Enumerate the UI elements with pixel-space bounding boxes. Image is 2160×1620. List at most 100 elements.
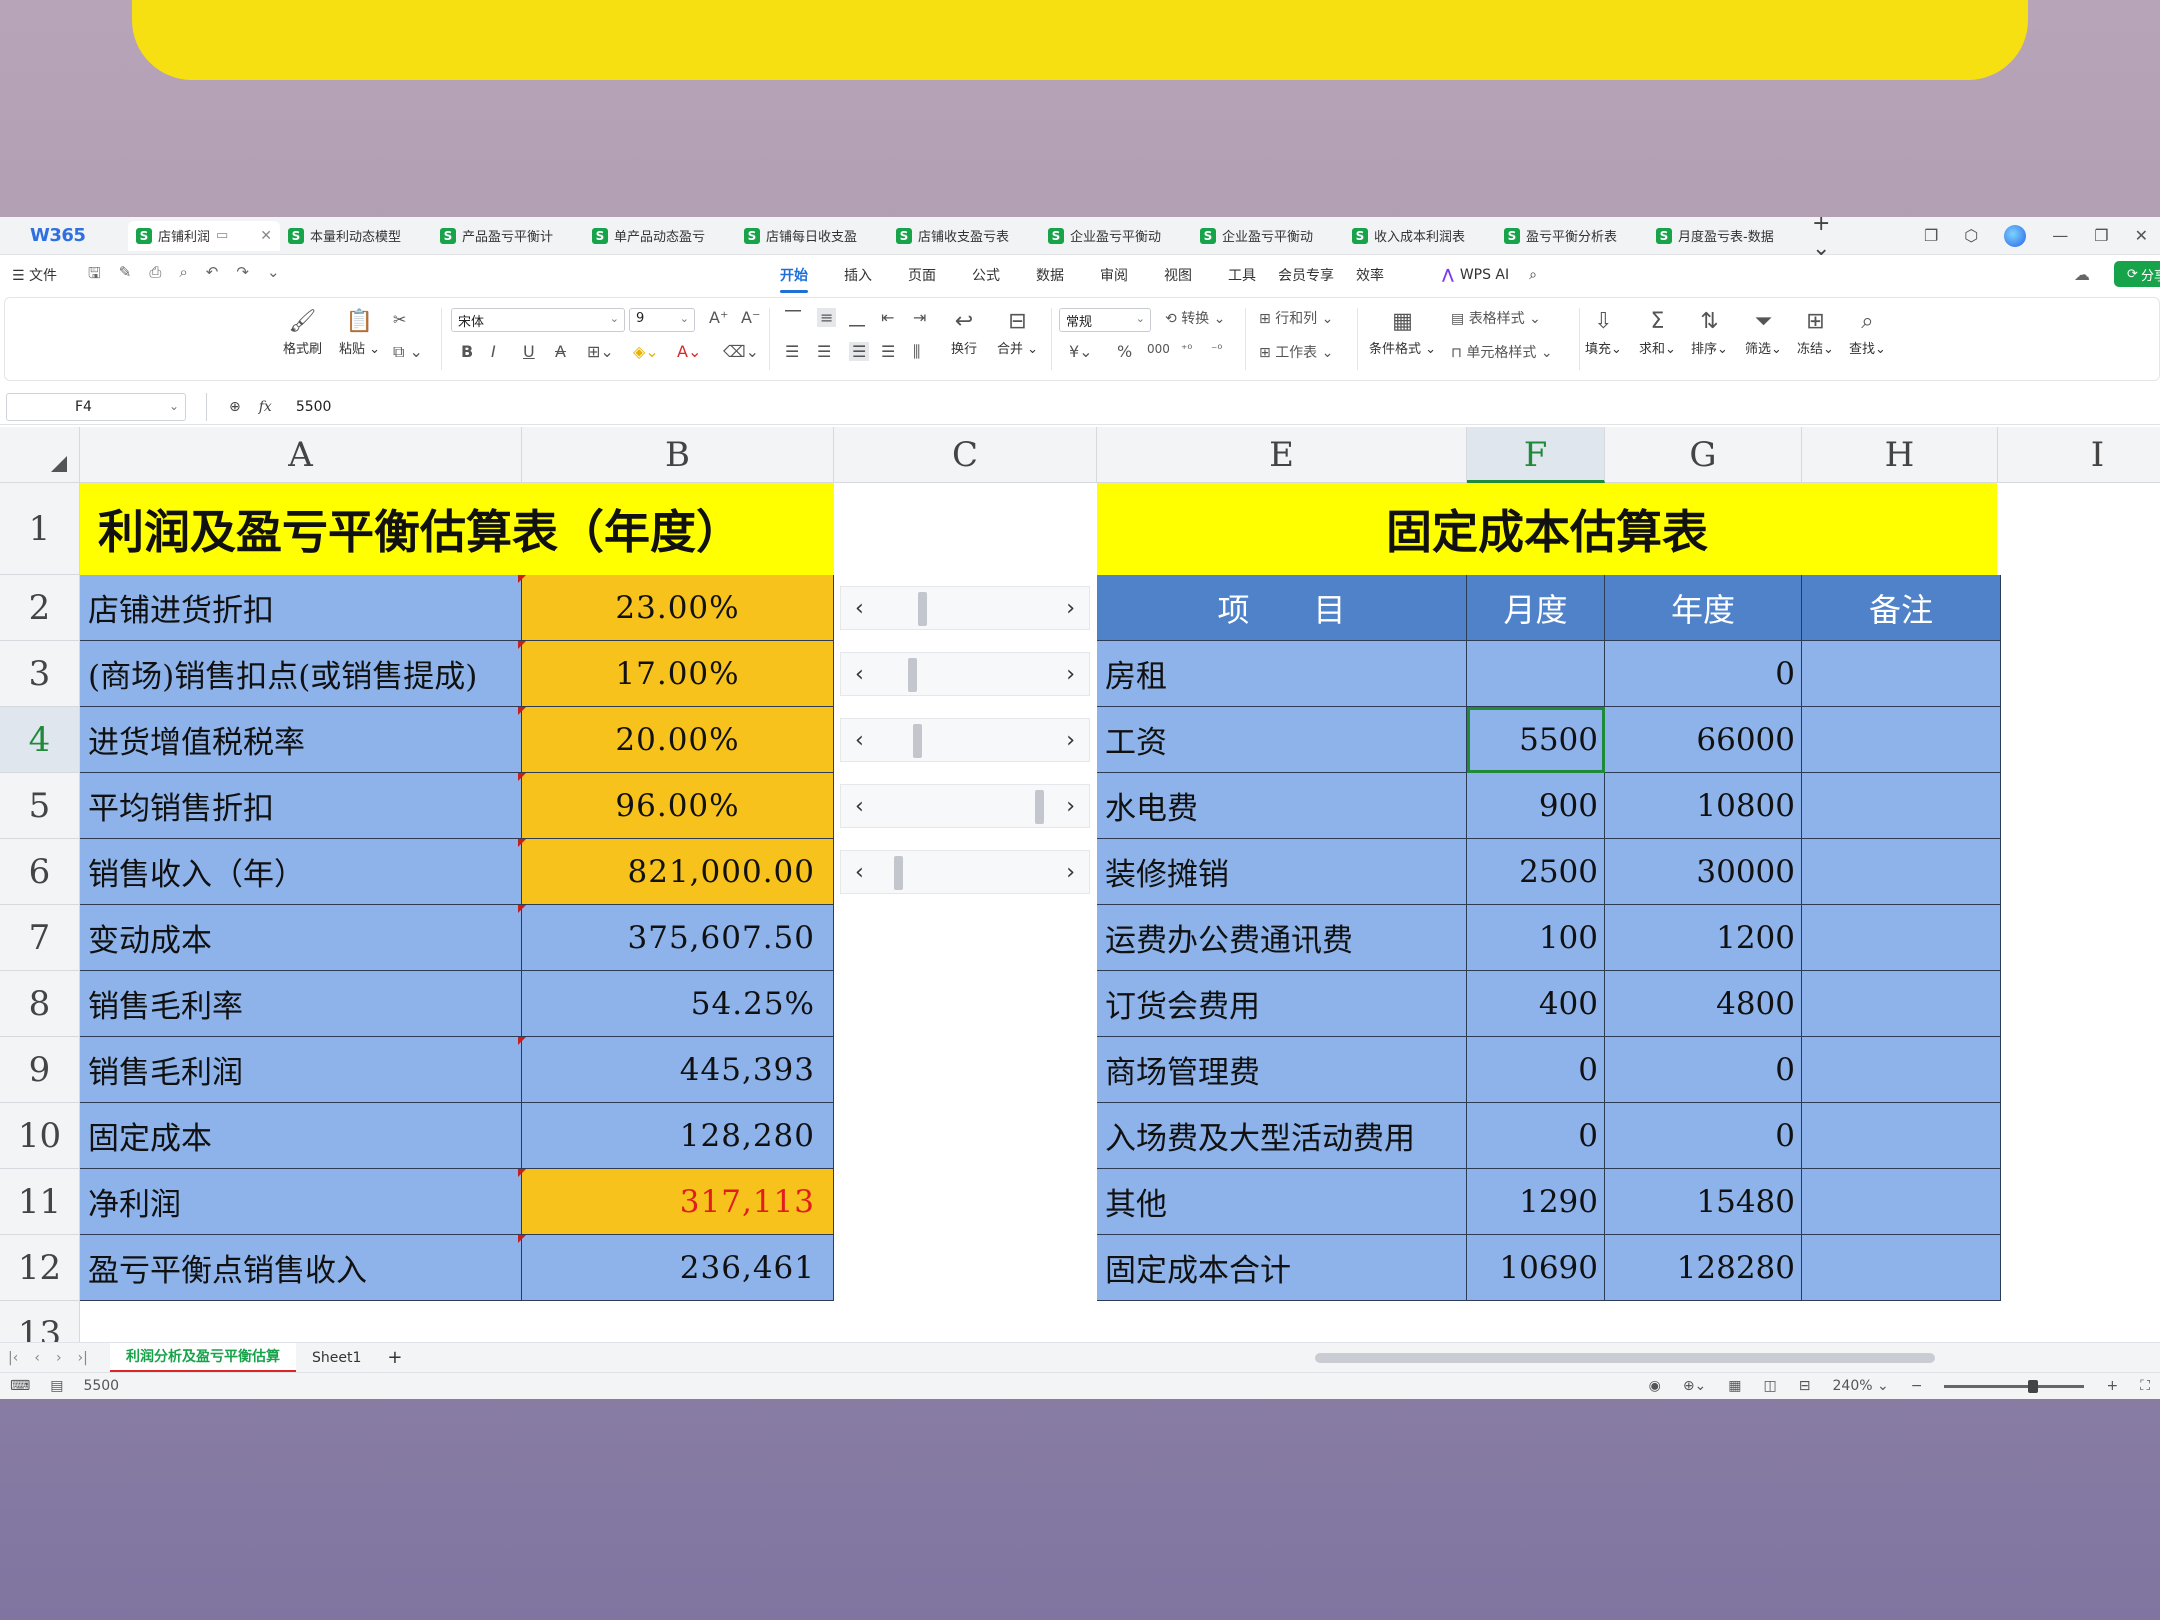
left-table-label[interactable]: 净利润 <box>80 1169 522 1235</box>
left-table-value[interactable]: 236,461 <box>522 1235 834 1301</box>
comment-marker[interactable] <box>518 1037 526 1045</box>
left-table-value[interactable]: 23.00% <box>522 575 834 641</box>
left-table-label[interactable]: 盈亏平衡点销售收入 <box>80 1235 522 1301</box>
first-sheet-icon[interactable]: |‹ <box>8 1350 18 1366</box>
left-table-value[interactable]: 445,393 <box>522 1037 834 1103</box>
row-header[interactable]: 5 <box>0 773 80 839</box>
right-table-note[interactable] <box>1802 641 2001 707</box>
right-table-monthly[interactable]: 900 <box>1467 773 1605 839</box>
right-table-item[interactable]: 工资 <box>1097 707 1467 773</box>
number-format-select[interactable]: 常规 ⌄ <box>1059 308 1151 332</box>
doc-tab[interactable]: S 店铺利润 ▭ ✕ <box>128 220 280 251</box>
print-icon[interactable]: ⎙ <box>149 263 161 288</box>
cut-icon[interactable]: ✂ <box>393 310 406 329</box>
page-layout-icon[interactable]: ◫ <box>1764 1378 1777 1394</box>
scroll-right-icon[interactable]: › <box>1066 728 1075 753</box>
right-table-note[interactable] <box>1802 839 2001 905</box>
right-table-monthly[interactable]: 0 <box>1467 1037 1605 1103</box>
print-preview-icon[interactable]: ⌕ <box>179 263 187 288</box>
sheet-tab[interactable]: Sheet1 <box>296 1343 377 1373</box>
right-table-note[interactable] <box>1802 1169 2001 1235</box>
menu-item[interactable]: 工具 <box>1210 265 1274 285</box>
left-table-value[interactable]: 54.25% <box>522 971 834 1037</box>
align-top-icon[interactable]: ⎺ <box>785 308 801 328</box>
doc-tab[interactable]: S 企业盈亏平衡动 <box>1040 221 1192 251</box>
menu-item[interactable]: 审阅 <box>1082 265 1146 285</box>
indent-decrease-icon[interactable]: ⇤ <box>881 308 894 327</box>
doc-tab[interactable]: S 月度盈亏表-数据 <box>1648 221 1800 251</box>
right-table-annual[interactable]: 66000 <box>1605 707 1802 773</box>
row-col-button[interactable]: ⊞ 行和列 ⌄ <box>1259 308 1333 328</box>
comment-marker[interactable] <box>518 707 526 715</box>
left-table-label[interactable]: 平均销售折扣 <box>80 773 522 839</box>
format-painter-button[interactable]: 🖌 格式刷 <box>283 310 322 358</box>
row-header[interactable]: 11 <box>0 1169 80 1235</box>
minimize-icon[interactable]: — <box>2052 226 2068 245</box>
comment-marker[interactable] <box>518 575 526 583</box>
add-sheet-icon[interactable]: + <box>377 1347 412 1368</box>
left-table-label[interactable]: 进货增值税税率 <box>80 707 522 773</box>
right-table-note[interactable] <box>1802 905 2001 971</box>
comment-marker[interactable] <box>518 773 526 781</box>
row-header[interactable]: 13 <box>0 1301 80 1342</box>
menu-item[interactable]: 会员专享 <box>1274 265 1338 285</box>
scroll-thumb[interactable] <box>893 856 903 890</box>
column-header[interactable]: I <box>1998 427 2160 483</box>
right-table-item[interactable]: 运费办公费通讯费 <box>1097 905 1467 971</box>
fill-button[interactable]: ⇩ 填充⌄ <box>1585 310 1622 358</box>
right-table-note[interactable] <box>1802 707 2001 773</box>
row-header[interactable]: 1 <box>0 483 80 575</box>
scroll-control[interactable]: ‹ › <box>840 586 1090 630</box>
left-table-label[interactable]: 变动成本 <box>80 905 522 971</box>
comment-marker[interactable] <box>518 839 526 847</box>
right-table-monthly[interactable]: 1290 <box>1467 1169 1605 1235</box>
column-header[interactable]: A <box>80 427 522 483</box>
menu-item[interactable]: 插入 <box>826 265 890 285</box>
macro-icon[interactable]: ⌨ <box>10 1378 30 1394</box>
doc-tab[interactable]: S 单产品动态盈亏 <box>584 221 736 251</box>
left-table-value[interactable]: 20.00% <box>522 707 834 773</box>
right-table-annual[interactable]: 0 <box>1605 1037 1802 1103</box>
right-table-monthly[interactable]: 100 <box>1467 905 1605 971</box>
align-bottom-icon[interactable]: ⎽ <box>849 308 865 328</box>
left-table-label[interactable]: (商场)销售扣点(或销售提成) <box>80 641 522 707</box>
cell-mode-icon[interactable]: ▤ <box>50 1378 63 1394</box>
freeze-button[interactable]: ⊞ 冻结⌄ <box>1797 310 1834 358</box>
right-table-note[interactable] <box>1802 1235 2001 1301</box>
left-table-value[interactable]: 317,113 <box>522 1169 834 1235</box>
left-table-value[interactable]: 128,280 <box>522 1103 834 1169</box>
column-header[interactable]: B <box>522 427 834 483</box>
right-table-note[interactable] <box>1802 1037 2001 1103</box>
scroll-thumb[interactable] <box>913 724 922 758</box>
worksheet-button[interactable]: ⊞ 工作表 ⌄ <box>1259 342 1333 362</box>
search-icon[interactable]: ⌕ <box>1529 267 1537 283</box>
edit-icon[interactable]: ✎ <box>119 263 132 288</box>
right-table-annual[interactable]: 30000 <box>1605 839 1802 905</box>
share-button[interactable]: ⟳ 分享 <box>2114 261 2160 287</box>
align-right-icon[interactable]: ☰ <box>849 342 870 361</box>
right-table-annual[interactable]: 4800 <box>1605 971 1802 1037</box>
currency-icon[interactable]: ¥⌄ <box>1069 342 1093 361</box>
right-table-annual[interactable]: 0 <box>1605 1103 1802 1169</box>
table-style-button[interactable]: ▤ 表格样式 ⌄ <box>1451 308 1541 328</box>
doc-tab[interactable]: S 收入成本利润表 <box>1344 221 1496 251</box>
doc-tab[interactable]: S 本量利动态模型 <box>280 221 432 251</box>
comment-marker[interactable] <box>518 641 526 649</box>
right-table-monthly[interactable]: 0 <box>1467 1103 1605 1169</box>
row-header[interactable]: 12 <box>0 1235 80 1301</box>
maximize-icon[interactable]: ❐ <box>2094 226 2108 245</box>
copy-icon[interactable]: ⧉ ⌄ <box>393 342 423 362</box>
right-table-item[interactable]: 水电费 <box>1097 773 1467 839</box>
select-all-corner[interactable] <box>0 427 80 483</box>
right-table-monthly[interactable] <box>1467 641 1605 707</box>
align-center-icon[interactable]: ☰ <box>817 342 831 361</box>
align-middle-icon[interactable]: ≡ <box>817 308 837 327</box>
font-name-select[interactable]: 宋体 ⌄ <box>451 308 625 332</box>
comment-marker[interactable] <box>518 905 526 913</box>
right-table-note[interactable] <box>1802 971 2001 1037</box>
crosshair-icon[interactable]: ⊕⌄ <box>1683 1378 1706 1394</box>
fx-icon[interactable]: fx <box>259 399 272 415</box>
scroll-left-icon[interactable]: ‹ <box>855 596 864 621</box>
file-menu[interactable]: ☰ 文件 <box>0 265 72 285</box>
monitor-icon[interactable]: ▭ <box>216 228 228 243</box>
